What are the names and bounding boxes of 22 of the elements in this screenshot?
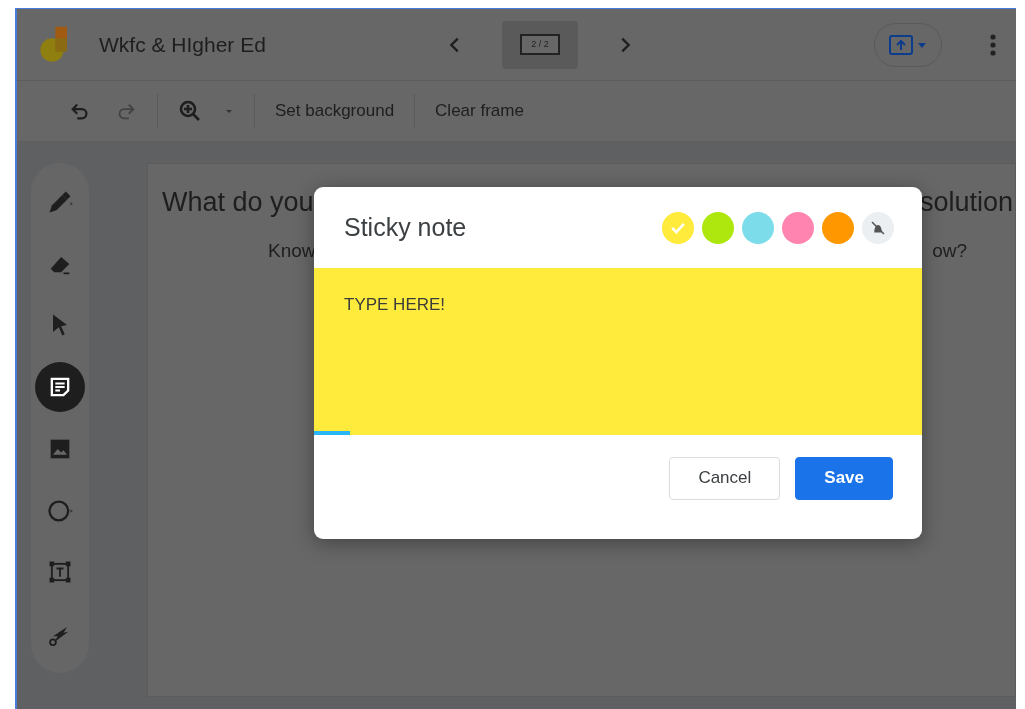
color-swatch[interactable] bbox=[822, 211, 854, 244]
set-background-button[interactable]: Set background bbox=[263, 92, 407, 130]
zoom-in-icon[interactable] bbox=[178, 99, 202, 123]
color-swatch[interactable] bbox=[782, 211, 814, 244]
sticky-note-tool[interactable] bbox=[35, 362, 85, 413]
color-swatch[interactable] bbox=[662, 211, 694, 244]
upload-icon[interactable] bbox=[889, 33, 915, 56]
clear-frame-button[interactable]: Clear frame bbox=[423, 92, 536, 130]
cancel-button[interactable]: Cancel bbox=[669, 456, 781, 500]
dialog-title: Sticky note bbox=[344, 211, 467, 243]
slide-heading-text: What do you bbox=[162, 186, 314, 219]
bell-off-icon[interactable] bbox=[869, 218, 887, 237]
slide-body-text: Know bbox=[268, 238, 316, 263]
color-swatch[interactable] bbox=[702, 211, 734, 244]
slide-heading-text: solution bbox=[919, 186, 1013, 219]
document-title: Wkfc & HIgher Ed bbox=[99, 31, 266, 58]
frame-thumbnail[interactable]: 2 / 2 bbox=[501, 20, 578, 69]
slide-body-text: ow? bbox=[932, 238, 967, 263]
save-button[interactable]: Save bbox=[795, 456, 893, 500]
no-color-button[interactable] bbox=[862, 211, 894, 244]
color-swatch[interactable] bbox=[742, 211, 774, 244]
more-menu-icon[interactable] bbox=[990, 33, 996, 56]
